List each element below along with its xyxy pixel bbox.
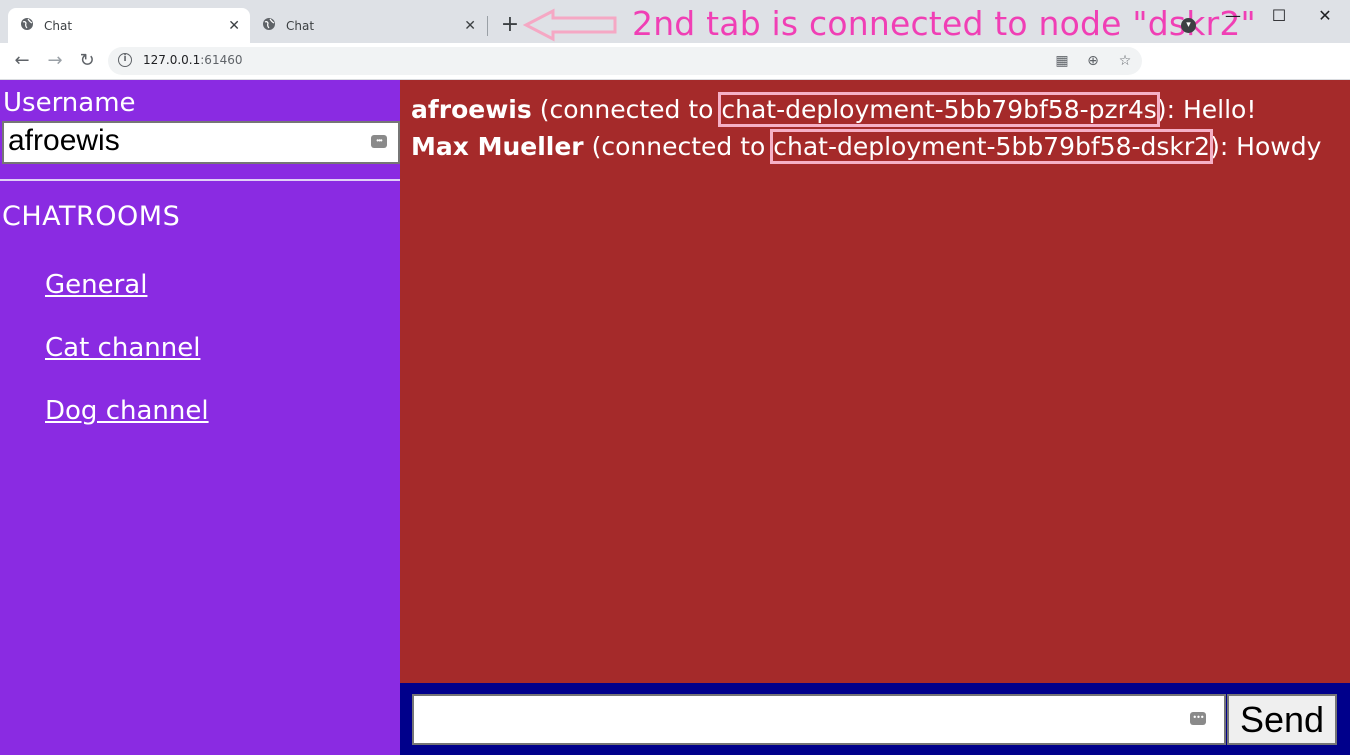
- message-item: Max Mueller (connected to chat-deploymen…: [411, 129, 1322, 164]
- arrow-left-icon[interactable]: ←: [10, 49, 34, 73]
- globe-icon: [262, 17, 276, 34]
- username-value: afroewis: [8, 124, 120, 157]
- message-user: Max Mueller: [411, 132, 584, 161]
- zoom-icon[interactable]: ⊕: [1084, 52, 1102, 70]
- annotation-arrow-icon: [523, 8, 617, 42]
- message-list: afroewis (connected to chat-deployment-5…: [400, 80, 1350, 683]
- url-text[interactable]: 127.0.0.1:61460: [143, 53, 242, 67]
- profile-menu-icon[interactable]: ▾: [1181, 18, 1196, 33]
- autofill-icon[interactable]: •••: [1190, 712, 1206, 725]
- sidebar: Username afroewis ••• CHATROOMS General …: [0, 80, 400, 755]
- close-icon[interactable]: ✕: [228, 18, 240, 34]
- message-composer: ••• Send: [400, 683, 1350, 755]
- reload-icon[interactable]: ↻: [75, 49, 99, 73]
- message-node: chat-deployment-5bb79bf58-pzr4s: [718, 92, 1160, 127]
- close-icon[interactable]: ✕: [464, 18, 476, 34]
- tab-chat-1[interactable]: Chat ✕: [8, 8, 250, 43]
- globe-icon: [20, 17, 34, 34]
- qr-code-icon[interactable]: ▦: [1053, 52, 1071, 70]
- info-icon[interactable]: i: [118, 53, 132, 67]
- message-node: chat-deployment-5bb79bf58-dskr2: [770, 129, 1214, 164]
- browser-tabstrip: Chat ✕ Chat ✕ + 2nd tab is connected to …: [0, 0, 1350, 43]
- room-link-cat-channel[interactable]: Cat channel: [45, 333, 200, 363]
- annotation-text: 2nd tab is connected to node "dskr2": [632, 4, 1256, 43]
- room-link-general[interactable]: General: [45, 270, 147, 300]
- message-connected-prefix: (connected to: [583, 132, 774, 161]
- send-button[interactable]: Send: [1227, 694, 1337, 745]
- arrow-right-icon[interactable]: →: [43, 49, 67, 73]
- tab-title: Chat: [286, 18, 315, 33]
- close-window-icon[interactable]: ✕: [1302, 4, 1348, 28]
- autofill-icon[interactable]: •••: [371, 135, 387, 148]
- chatrooms-heading: CHATROOMS: [2, 201, 181, 232]
- tab-separator: [487, 16, 488, 36]
- tab-title: Chat: [44, 18, 73, 33]
- star-icon[interactable]: ☆: [1116, 52, 1134, 70]
- address-bar[interactable]: i 127.0.0.1:61460 ▦ ⊕ ☆: [108, 47, 1142, 75]
- message-input[interactable]: •••: [412, 694, 1226, 745]
- message-connected-prefix: (connected to: [531, 95, 722, 124]
- username-label: Username: [3, 88, 136, 118]
- new-tab-button[interactable]: +: [499, 12, 521, 38]
- tab-chat-2[interactable]: Chat ✕: [250, 8, 486, 43]
- message-text: ): Hello!: [1156, 95, 1257, 124]
- message-item: afroewis (connected to chat-deployment-5…: [411, 92, 1257, 127]
- username-input[interactable]: afroewis •••: [2, 121, 400, 164]
- message-text: ): Howdy: [1210, 132, 1322, 161]
- maximize-icon[interactable]: ☐: [1256, 4, 1302, 28]
- divider: [0, 179, 400, 181]
- browser-toolbar: ← → ↻ i 127.0.0.1:61460 ▦ ⊕ ☆: [0, 43, 1350, 80]
- room-link-dog-channel[interactable]: Dog channel: [45, 396, 209, 426]
- message-user: afroewis: [411, 95, 532, 124]
- minimize-icon[interactable]: —: [1210, 4, 1256, 28]
